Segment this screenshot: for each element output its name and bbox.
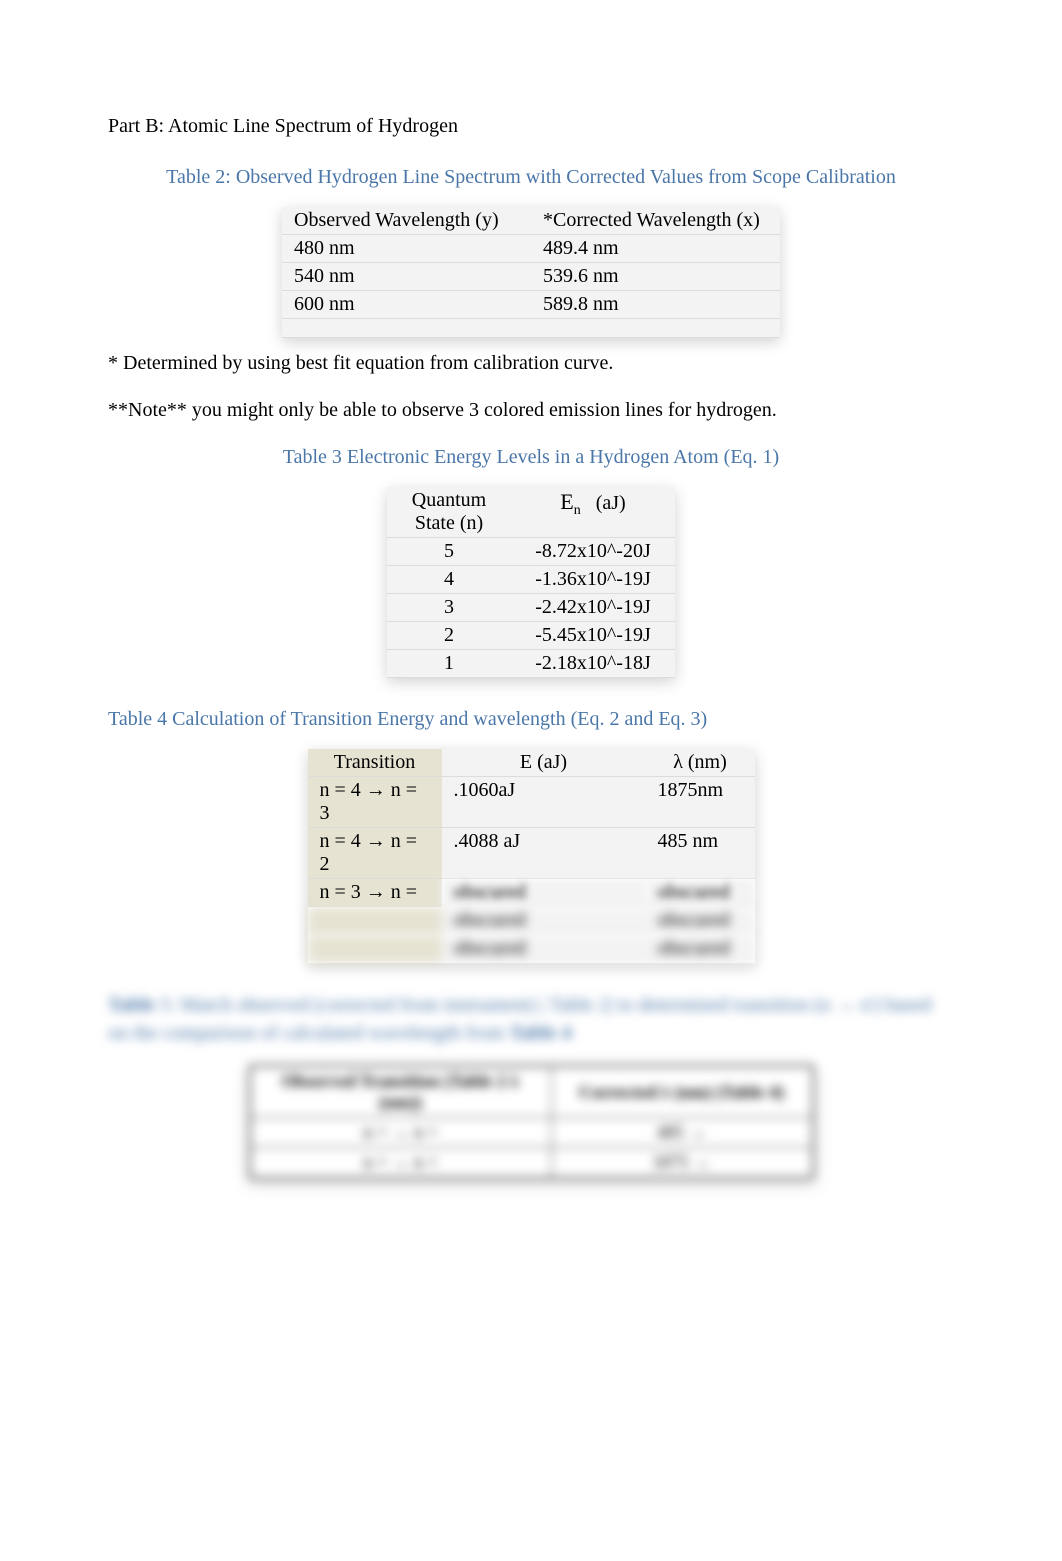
cell: -1.36x10^-19J <box>511 566 675 594</box>
table-row: 4 -1.36x10^-19J <box>387 566 675 594</box>
table4: Transition E (aJ) λ (nm) n = 4 → n = 3 .… <box>308 749 755 963</box>
cell: n = 4 → n = 3 <box>308 777 442 828</box>
cell: -8.72x10^-20J <box>511 538 675 566</box>
table5-header-col2: Corrected λ (nm) (Table 4) <box>551 1066 813 1118</box>
cell-empty <box>531 319 780 338</box>
cell: 3 <box>387 594 511 622</box>
cell: 4 <box>387 566 511 594</box>
cell: 485 nm <box>646 828 755 879</box>
table-header-row: Quantum State (n) En (aJ) <box>387 487 675 538</box>
table-row: n = 4 → n = 2 .4088 aJ 485 nm <box>308 828 755 879</box>
cell-blurred: obscured <box>646 879 755 907</box>
cell-blurred: obscured <box>646 935 755 963</box>
table-row: n = 3 → n = obscured obscured <box>308 879 755 907</box>
table-row: 600 nm 589.8 nm <box>282 291 780 319</box>
table-row: n = 4 → n = 3 .1060aJ 1875nm <box>308 777 755 828</box>
cell: 5 <box>387 538 511 566</box>
cell-empty <box>282 319 531 338</box>
cell-blurred: obscured <box>442 935 646 963</box>
cell: 2 <box>387 622 511 650</box>
table2-footnote-1: * Determined by using best fit equation … <box>108 352 954 375</box>
cell: n = → n = <box>250 1118 552 1148</box>
table4-header-energy: E (aJ) <box>442 749 646 777</box>
table-header-row: Observed Transition (Table 2 λ (nm)) Cor… <box>250 1066 813 1118</box>
label: Table 4 <box>510 1022 572 1044</box>
table2-footnote-2: **Note** you might only be able to obser… <box>108 399 954 422</box>
cell: n = 3 → n = <box>308 879 442 907</box>
table2-caption: Table 2: Observed Hydrogen Line Spectrum… <box>108 166 954 189</box>
cell: 480 nm <box>282 235 531 263</box>
cell <box>308 935 442 963</box>
cell: .1060aJ <box>442 777 646 828</box>
table5-blurred: Observed Transition (Table 2 λ (nm)) Cor… <box>249 1065 814 1179</box>
cell: 1 <box>387 650 511 678</box>
table2-header-corrected: *Corrected Wavelength (x) <box>531 207 780 235</box>
cell: .4088 aJ <box>442 828 646 879</box>
table-header-row: Observed Wavelength (y) *Corrected Wavel… <box>282 207 780 235</box>
table3: Quantum State (n) En (aJ) 5 -8.72x10^-20… <box>387 487 675 678</box>
table-header-row: Transition E (aJ) λ (nm) <box>308 749 755 777</box>
table-row: 540 nm 539.6 nm <box>282 263 780 291</box>
cell-blurred: obscured <box>646 907 755 935</box>
table2: Observed Wavelength (y) *Corrected Wavel… <box>282 207 780 338</box>
cell: 589.8 nm <box>531 291 780 319</box>
cell: -2.18x10^-18J <box>511 650 675 678</box>
cell-blurred: obscured <box>442 907 646 935</box>
table-row: n = → n = 485 → <box>250 1118 813 1148</box>
label: E <box>560 489 573 514</box>
table-row: 3 -2.42x10^-19J <box>387 594 675 622</box>
cell: 600 nm <box>282 291 531 319</box>
cell-blurred: obscured <box>442 879 646 907</box>
cell: -2.42x10^-19J <box>511 594 675 622</box>
table-row: 480 nm 489.4 nm <box>282 235 780 263</box>
table-row: 2 -5.45x10^-19J <box>387 622 675 650</box>
cell: 539.6 nm <box>531 263 780 291</box>
cell: 485 → <box>551 1118 813 1148</box>
cell: 489.4 nm <box>531 235 780 263</box>
table4-header-transition: Transition <box>308 749 442 777</box>
table4-header-wavelength: λ (nm) <box>646 749 755 777</box>
table3-header-energy: En (aJ) <box>511 487 675 538</box>
table2-header-observed: Observed Wavelength (y) <box>282 207 531 235</box>
label: (aJ) <box>596 492 626 514</box>
table3-caption: Table 3 Electronic Energy Levels in a Hy… <box>108 446 954 469</box>
label: Table <box>108 994 155 1016</box>
table3-header-quantum: Quantum State (n) <box>387 487 511 538</box>
table-row: 5 -8.72x10^-20J <box>387 538 675 566</box>
table-row: 1 -2.18x10^-18J <box>387 650 675 678</box>
cell: n = 4 → n = 2 <box>308 828 442 879</box>
table-row-blurred: obscured obscured <box>308 907 755 935</box>
cell: 1875 → <box>551 1148 813 1179</box>
cell: 540 nm <box>282 263 531 291</box>
cell <box>308 907 442 935</box>
table-row-blurred: obscured obscured <box>308 935 755 963</box>
table5-caption-blurred: Table 5: Match observed (corrected from … <box>108 991 954 1047</box>
table4-caption: Table 4 Calculation of Transition Energy… <box>108 708 954 731</box>
cell: 1875nm <box>646 777 755 828</box>
table-row-empty <box>282 319 780 338</box>
label: State (n) <box>415 512 483 534</box>
table5-header-col1: Observed Transition (Table 2 λ (nm)) <box>250 1066 552 1118</box>
table-row: n = → n = 1875 → <box>250 1148 813 1179</box>
subscript: n <box>574 503 581 518</box>
cell: n = → n = <box>250 1148 552 1179</box>
label: Quantum <box>412 489 486 511</box>
part-b-title: Part B: Atomic Line Spectrum of Hydrogen <box>108 115 954 138</box>
cell: -5.45x10^-19J <box>511 622 675 650</box>
